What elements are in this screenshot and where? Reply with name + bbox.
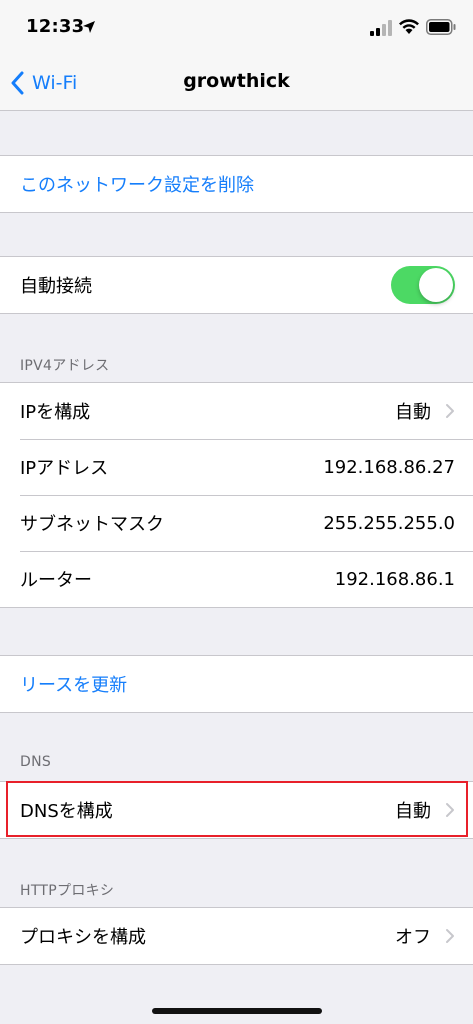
toggle-knob [419,268,453,302]
status-bar: 12:33 [0,0,473,56]
status-time: 12:33 [26,16,85,37]
auto-join-label: 自動接続 [20,276,92,297]
configure-proxy-value: オフ [395,927,431,948]
renew-lease-label: リースを更新 [20,675,128,696]
home-indicator[interactable] [152,1008,322,1014]
forget-network-label: このネットワーク設定を削除 [20,175,254,196]
router-value: 192.168.86.1 [334,568,455,590]
router-label: ルーター [20,570,92,591]
configure-proxy-label: プロキシを構成 [20,927,146,948]
dns-group: DNSを構成 自動 [0,781,473,839]
forget-network-button[interactable]: このネットワーク設定を削除 [0,156,473,212]
chevron-right-icon [446,404,454,418]
configure-ip-label: IPを構成 [20,402,91,423]
configure-ip-value: 自動 [395,402,431,423]
chevron-right-icon [446,929,454,943]
ipv4-section-header: IPV4アドレス [20,358,110,374]
configure-dns-value: 自動 [395,801,431,822]
page-title: growthick [183,70,290,92]
subnet-mask-value: 255.255.255.0 [323,512,455,534]
auto-join-row: 自動接続 [0,257,473,313]
navigation-bar: Wi-Fi growthick [0,56,473,111]
chevron-right-icon [446,803,454,817]
renew-lease-button[interactable]: リースを更新 [0,656,473,712]
router-row: ルーター 192.168.86.1 [0,551,473,607]
cellular-signal-icon [370,20,392,36]
auto-join-group: 自動接続 [0,256,473,314]
renew-lease-group: リースを更新 [0,655,473,713]
subnet-mask-label: サブネットマスク [20,514,164,535]
auto-join-toggle[interactable] [391,266,455,304]
configure-proxy-row[interactable]: プロキシを構成 オフ [0,908,473,964]
dns-section-header: DNS [20,754,52,770]
proxy-group: プロキシを構成 オフ [0,907,473,965]
ip-address-label: IPアドレス [20,458,109,479]
ip-address-value: 192.168.86.27 [323,456,455,478]
configure-ip-row[interactable]: IPを構成 自動 [0,383,473,439]
configure-dns-label: DNSを構成 [20,801,113,822]
proxy-section-header: HTTPプロキシ [20,883,115,899]
subnet-mask-row: サブネットマスク 255.255.255.0 [0,495,473,551]
forget-network-group: このネットワーク設定を削除 [0,155,473,213]
battery-icon [426,19,456,35]
configure-dns-row[interactable]: DNSを構成 自動 [0,782,473,838]
ip-address-row: IPアドレス 192.168.86.27 [0,439,473,495]
ipv4-group: IPを構成 自動 IPアドレス 192.168.86.27 サブネットマスク 2… [0,382,473,608]
location-arrow-icon [83,21,95,33]
wifi-icon [399,19,419,34]
